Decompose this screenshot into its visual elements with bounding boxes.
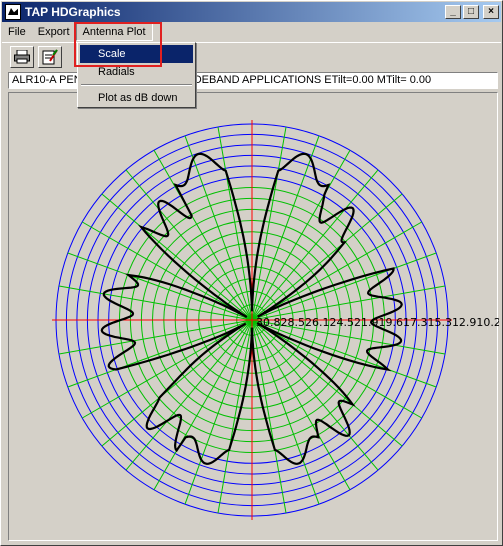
menu-separator	[81, 84, 192, 86]
antenna-plot-area[interactable]: 30.828.526.124.521.919.617.315.312.910.2…	[8, 92, 499, 541]
app-icon	[5, 4, 21, 20]
minimize-button[interactable]: _	[445, 5, 461, 19]
maximize-button[interactable]: □	[463, 5, 479, 19]
menu-file[interactable]: File	[2, 24, 32, 40]
antenna-plot-dropdown: Scale Radials Plot as dB down	[77, 42, 196, 108]
edit-button[interactable]	[38, 45, 62, 68]
print-button[interactable]	[10, 45, 34, 68]
status-line-left: ALR10-A PEN	[12, 74, 82, 86]
scale-label: 30.828.526.124.521.919.617.315.312.910.2…	[256, 316, 499, 329]
edit-sheet-icon	[42, 48, 58, 64]
close-button[interactable]: ×	[483, 5, 499, 19]
menu-item-scale[interactable]: Scale	[80, 45, 193, 63]
menu-item-plot-as-db-down[interactable]: Plot as dB down	[80, 89, 193, 107]
title-bar[interactable]: TAP HDGraphics _ □ ×	[2, 2, 501, 22]
window-title: TAP HDGraphics	[25, 5, 121, 19]
menu-export[interactable]: Export	[32, 24, 76, 40]
status-line-right: DEBAND APPLICATIONS ETilt=0.00 MTilt= 0.…	[193, 74, 432, 86]
menu-bar: File Export Antenna Plot	[2, 22, 501, 42]
polar-plot: 30.828.526.124.521.919.617.315.312.910.2…	[52, 120, 499, 520]
app-window: TAP HDGraphics _ □ × File Export Antenna…	[0, 0, 503, 546]
menu-antenna-plot[interactable]: Antenna Plot	[75, 23, 153, 41]
menu-item-radials[interactable]: Radials	[80, 63, 193, 81]
printer-icon	[14, 49, 30, 63]
